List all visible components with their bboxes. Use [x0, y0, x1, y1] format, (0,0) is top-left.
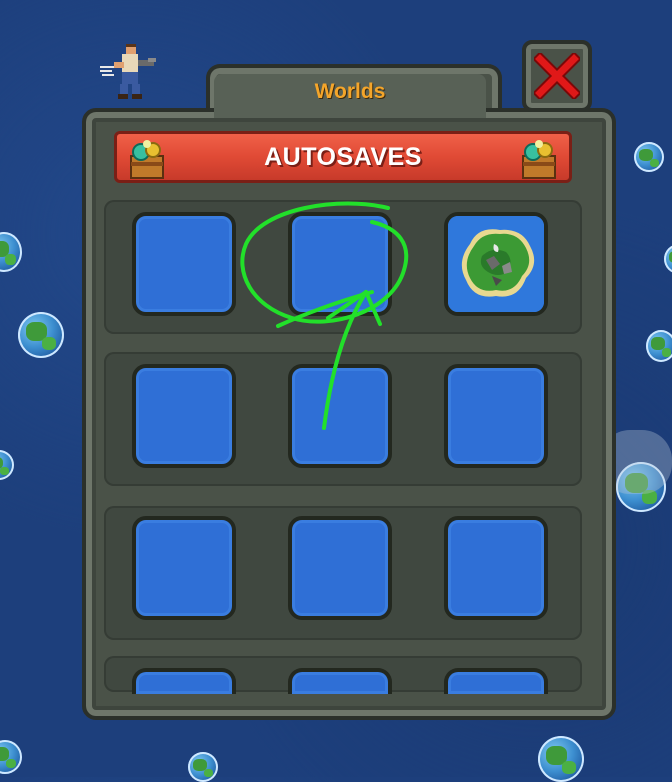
world-slot-empty[interactable] [288, 212, 392, 316]
world-slot-empty[interactable] [288, 364, 392, 468]
world-slot-saved[interactable] [444, 212, 548, 316]
world-slot-empty[interactable] [444, 668, 548, 694]
treasure-chest-icon [522, 140, 556, 179]
planet-globe-icon [0, 232, 22, 272]
pixel-character-running-icon [100, 44, 156, 99]
close-x-icon [534, 53, 580, 99]
world-slot-empty[interactable] [132, 212, 236, 316]
world-slot-empty[interactable] [132, 668, 236, 694]
planet-globe-icon [0, 450, 14, 480]
planet-globe-icon [18, 312, 64, 358]
world-slot-empty[interactable] [444, 364, 548, 468]
world-slot-empty[interactable] [288, 668, 392, 694]
planet-globe-icon [188, 752, 218, 782]
autosaves-label: AUTOSAVES [264, 142, 422, 171]
world-slot-empty[interactable] [288, 516, 392, 620]
world-slot-empty[interactable] [132, 364, 236, 468]
world-slot-empty[interactable] [444, 516, 548, 620]
planet-globe-icon [538, 736, 584, 782]
close-button[interactable] [522, 40, 592, 112]
planet-globe-icon [0, 740, 22, 774]
planet-globe-icon [664, 244, 672, 274]
planet-globe-icon [646, 330, 672, 362]
window-title: Worlds [314, 80, 386, 103]
world-slot-empty[interactable] [132, 516, 236, 620]
planet-globe-icon [634, 142, 664, 172]
autosaves-banner: AUTOSAVES [114, 131, 572, 183]
island-map-thumbnail-icon [448, 216, 544, 312]
